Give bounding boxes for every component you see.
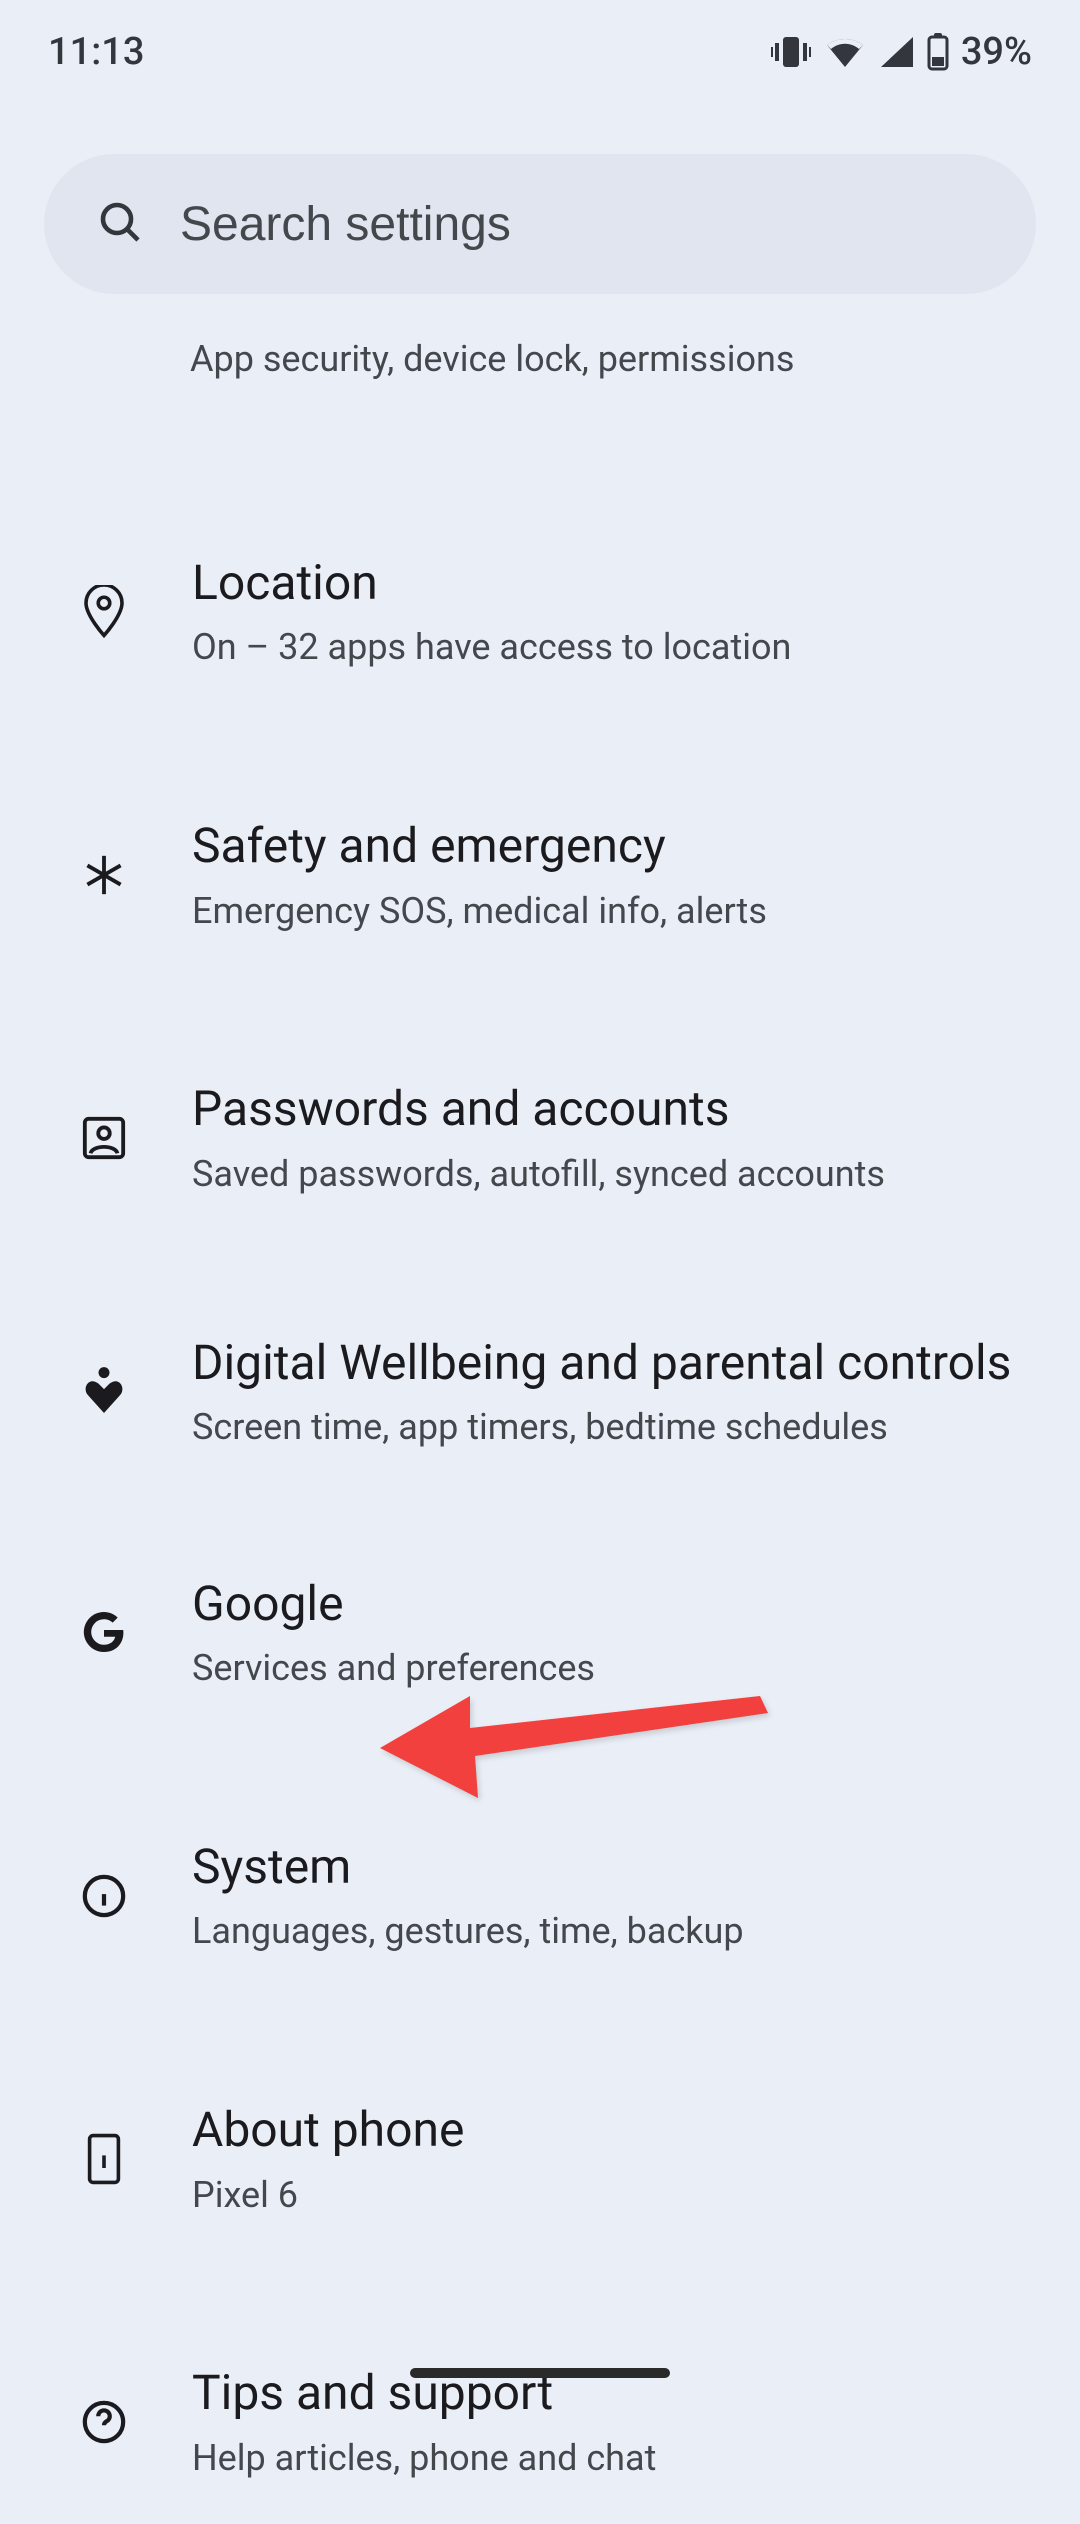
navigation-handle[interactable] — [410, 2368, 670, 2378]
location-pin-icon — [72, 580, 136, 644]
search-bar[interactable] — [44, 154, 1036, 294]
item-title: Location — [192, 552, 1036, 614]
settings-item-location[interactable]: Location On – 32 apps have access to loc… — [0, 510, 1080, 713]
status-bar: 11:13 39% — [0, 0, 1080, 104]
item-subtitle: Saved passwords, autofill, synced accoun… — [192, 1151, 1036, 1198]
medical-asterisk-icon — [72, 843, 136, 907]
item-title: Passwords and accounts — [192, 1078, 1036, 1140]
item-title: About phone — [192, 2099, 1036, 2161]
item-title: Digital Wellbeing and parental controls — [192, 1332, 1036, 1394]
google-g-icon — [72, 1600, 136, 1664]
cellular-signal-icon — [879, 35, 915, 69]
item-subtitle: Languages, gestures, time, backup — [192, 1908, 1036, 1955]
settings-item-tips[interactable]: Tips and support Help articles, phone an… — [0, 2320, 1080, 2523]
item-subtitle: Services and preferences — [192, 1645, 1036, 1692]
item-title: Google — [192, 1573, 1036, 1635]
settings-item-wellbeing[interactable]: Digital Wellbeing and parental controls … — [0, 1290, 1080, 1493]
item-subtitle: Help articles, phone and chat — [192, 2435, 1036, 2482]
battery-icon — [927, 33, 949, 71]
item-title: System — [192, 1836, 1036, 1898]
item-subtitle: Pixel 6 — [192, 2172, 1036, 2219]
item-subtitle: Emergency SOS, medical info, alerts — [192, 888, 1036, 935]
phone-info-icon — [72, 2127, 136, 2191]
search-icon — [96, 198, 144, 250]
settings-item-passwords[interactable]: Passwords and accounts Saved passwords, … — [0, 1036, 1080, 1239]
wifi-icon — [823, 35, 867, 69]
info-circle-icon — [72, 1864, 136, 1928]
settings-item-about-phone[interactable]: About phone Pixel 6 — [0, 2057, 1080, 2260]
status-time: 11:13 — [48, 30, 144, 74]
settings-list: Location On – 32 apps have access to loc… — [0, 470, 1080, 2524]
vibrate-icon — [771, 35, 811, 69]
item-subtitle: On – 32 apps have access to location — [192, 624, 1036, 671]
wellbeing-heart-icon — [72, 1359, 136, 1423]
settings-item-google[interactable]: Google Services and preferences — [0, 1531, 1080, 1734]
settings-item-safety[interactable]: Safety and emergency Emergency SOS, medi… — [0, 773, 1080, 976]
battery-percentage: 39% — [961, 30, 1032, 74]
item-title: Safety and emergency — [192, 815, 1036, 877]
partial-item-subtitle: App security, device lock, permissions — [190, 338, 1080, 380]
status-icons: 39% — [771, 30, 1032, 74]
item-subtitle: Screen time, app timers, bedtime schedul… — [192, 1404, 1036, 1451]
search-input[interactable] — [180, 197, 984, 252]
account-box-icon — [72, 1106, 136, 1170]
settings-item-system[interactable]: System Languages, gestures, time, backup — [0, 1794, 1080, 1997]
